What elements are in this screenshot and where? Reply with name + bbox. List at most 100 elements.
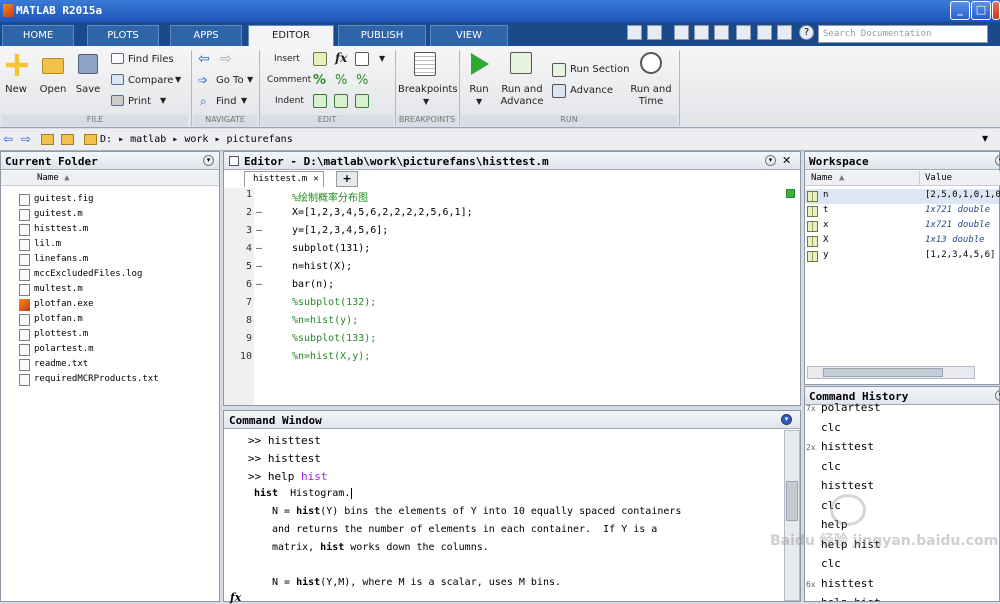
indent-button[interactable]: Indent xyxy=(275,96,304,106)
breakpoints-dropdown-icon[interactable]: ▼ xyxy=(423,97,429,106)
quick-access-paste-icon[interactable] xyxy=(714,25,729,40)
quick-access-cut-icon[interactable] xyxy=(674,25,689,40)
new-button[interactable]: New xyxy=(2,84,30,95)
goto-dropdown-icon[interactable]: ▼ xyxy=(247,75,253,84)
forward-icon[interactable]: ⇨ xyxy=(21,132,31,146)
insert-section-icon[interactable] xyxy=(313,52,327,66)
compare-button[interactable]: Compare xyxy=(128,75,173,86)
history-item[interactable]: 2x histtest xyxy=(805,440,1000,459)
workspace-variable-row[interactable]: X 1x13 double xyxy=(805,234,999,249)
workspace-header[interactable]: Name ▲ Value xyxy=(805,171,1000,186)
watermark-logo: Baidu 经验 jingyan.baidu.com xyxy=(770,490,998,580)
run-dropdown-icon[interactable]: ▼ xyxy=(476,97,482,106)
breadcrumb[interactable]: D: ▸ matlab ▸ work ▸ picturefans xyxy=(100,134,293,145)
breakpoints-button[interactable]: Breakpoints xyxy=(398,84,458,95)
run-icon xyxy=(471,53,489,75)
breakpoint-marker[interactable]: — xyxy=(256,243,262,254)
comment-percent-icon[interactable]: % xyxy=(313,73,326,88)
open-button[interactable]: Open xyxy=(38,84,68,95)
insert-text-icon[interactable] xyxy=(355,52,369,66)
quick-access-save-icon[interactable] xyxy=(627,25,642,40)
code-analyzer-indicator[interactable] xyxy=(786,189,795,198)
quick-access-redo-icon[interactable] xyxy=(757,25,772,40)
forward-arrow-icon[interactable]: ⇨ xyxy=(220,51,232,67)
tab-home[interactable]: HOME xyxy=(2,25,74,46)
matlab-logo-icon xyxy=(3,4,14,17)
fx-button[interactable]: fx xyxy=(335,51,347,65)
breakpoint-marker[interactable]: — xyxy=(256,261,262,272)
tab-editor[interactable]: EDITOR xyxy=(248,25,334,46)
tab-view[interactable]: VIEW xyxy=(430,25,508,46)
variable-name: y xyxy=(823,250,829,260)
current-folder-panel: Current Folder ▾ Name ▲ guitest.fig guite… xyxy=(0,151,220,602)
breadcrumb-segment[interactable]: D: xyxy=(100,134,112,145)
column-header[interactable]: Name ▲ xyxy=(1,171,219,186)
advance-button[interactable]: Advance xyxy=(570,85,613,96)
tab-apps[interactable]: APPS xyxy=(170,25,242,46)
history-item[interactable]: clc xyxy=(805,421,1000,440)
maximize-button[interactable]: □ xyxy=(971,1,991,20)
close-button[interactable] xyxy=(992,1,1000,20)
panel-menu-icon[interactable]: ▾ xyxy=(995,155,1000,166)
comment-button[interactable]: Comment xyxy=(267,75,311,85)
decrease-indent-icon[interactable] xyxy=(355,94,369,108)
history-item[interactable]: help hist xyxy=(805,596,1000,601)
breakpoint-marker[interactable]: — xyxy=(256,225,262,236)
find-button[interactable]: Find xyxy=(216,96,237,107)
run-and-time-button[interactable]: Run and Time xyxy=(628,84,674,108)
goto-button[interactable]: Go To xyxy=(216,75,244,86)
print-button[interactable]: Print xyxy=(128,96,151,107)
panel-menu-icon[interactable]: ▾ xyxy=(781,414,792,425)
close-panel-icon[interactable]: ✕ xyxy=(782,154,791,167)
workspace-variable-row[interactable]: y [1,2,3,4,5,6] xyxy=(805,249,999,264)
browse-folder-icon[interactable] xyxy=(61,134,74,145)
workspace-variable-row[interactable]: n [2,5,0,1,0,1,0, xyxy=(805,189,1000,204)
panel-menu-icon[interactable]: ▾ xyxy=(203,155,214,166)
run-and-advance-button[interactable]: Run and Advance xyxy=(500,84,544,108)
fx-prompt-icon[interactable]: fx xyxy=(230,591,241,604)
breakpoint-marker[interactable]: — xyxy=(256,207,262,218)
editor-tab[interactable]: histtest.m ✕ xyxy=(244,171,324,187)
panel-menu-icon[interactable]: ▾ xyxy=(765,155,776,166)
insert-button[interactable]: Insert xyxy=(274,54,300,64)
run-button[interactable]: Run xyxy=(464,84,494,95)
back-arrow-icon[interactable]: ⇦ xyxy=(198,51,210,67)
search-documentation-input[interactable]: Search Documentation xyxy=(818,25,988,43)
find-dropdown-icon[interactable]: ▼ xyxy=(241,96,247,105)
quick-access-undo-icon[interactable] xyxy=(736,25,751,40)
history-item[interactable]: clc xyxy=(805,460,1000,479)
up-folder-icon[interactable] xyxy=(41,134,54,145)
print-dropdown-icon[interactable]: ▼ xyxy=(160,96,166,105)
workspace-variable-row[interactable]: t 1x721 double xyxy=(805,204,999,219)
file-icon xyxy=(19,374,30,386)
increase-indent-icon[interactable] xyxy=(334,94,348,108)
workspace-variable-row[interactable]: x 1x721 double xyxy=(805,219,999,234)
uncomment-icon[interactable]: % xyxy=(335,73,347,88)
help-icon[interactable]: ? xyxy=(799,25,814,40)
quick-access-copy-icon[interactable] xyxy=(694,25,709,40)
scrollbar-thumb[interactable] xyxy=(823,368,943,377)
tab-publish[interactable]: PUBLISH xyxy=(338,25,426,46)
editor-title-text: Editor - D:\matlab\work\picturefans\hist… xyxy=(244,155,549,168)
run-section-button[interactable]: Run Section xyxy=(570,64,630,75)
minimize-button[interactable]: _ xyxy=(950,1,970,20)
smart-indent-icon[interactable] xyxy=(313,94,327,108)
insert-dropdown-icon[interactable]: ▼ xyxy=(379,54,385,63)
new-tab-button[interactable]: + xyxy=(336,171,358,187)
tab-close-icon[interactable]: ✕ xyxy=(313,174,318,184)
compare-dropdown-icon[interactable]: ▼ xyxy=(175,75,181,84)
back-icon[interactable]: ⇦ xyxy=(3,132,13,146)
breakpoint-marker[interactable]: — xyxy=(256,279,262,290)
tab-plots[interactable]: PLOTS xyxy=(87,25,159,46)
quick-access-open-icon[interactable] xyxy=(647,25,662,40)
history-item[interactable]: 7x polartest xyxy=(805,401,1000,420)
find-files-button[interactable]: Find Files xyxy=(128,54,174,65)
breadcrumb-segment[interactable]: picturefans xyxy=(227,134,293,145)
breadcrumb-segment[interactable]: work xyxy=(184,134,208,145)
code-area[interactable]: 1 %绘制概率分布图 2 — X=[1,2,3,4,5,6,2,2,2,2,5,6,1]… xyxy=(232,188,784,405)
address-dropdown-icon[interactable]: ▼ xyxy=(982,134,988,143)
quick-access-switch-icon[interactable] xyxy=(777,25,792,40)
save-button[interactable]: Save xyxy=(74,84,102,95)
wrap-comments-icon[interactable]: % xyxy=(356,73,368,88)
breadcrumb-segment[interactable]: matlab xyxy=(130,134,166,145)
